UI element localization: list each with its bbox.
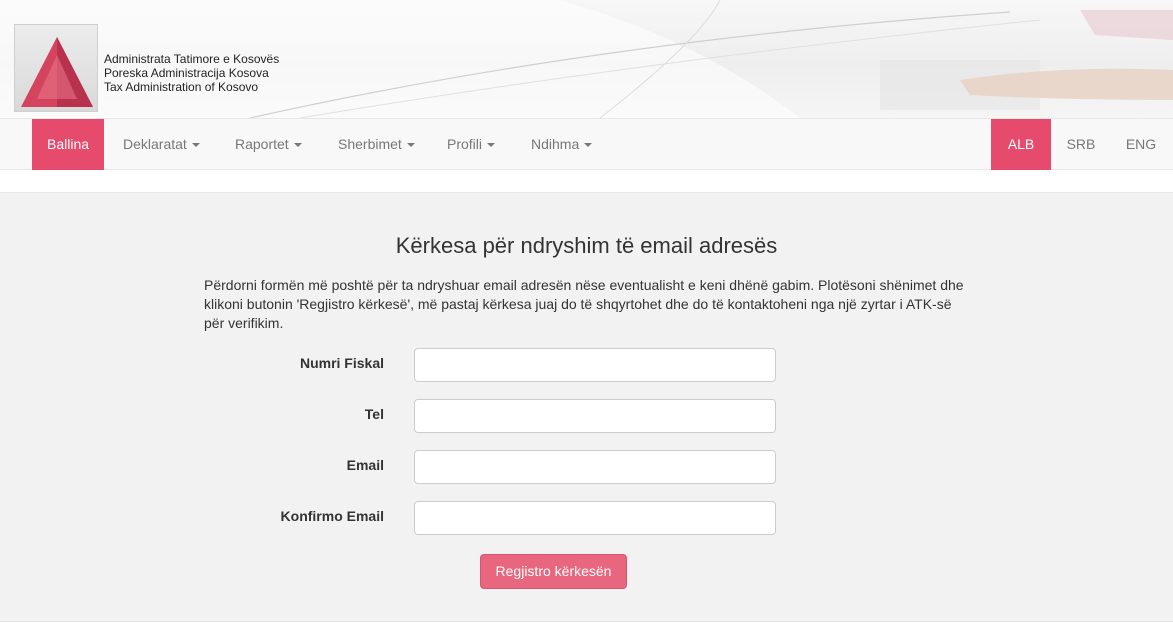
atk-logo[interactable] (14, 24, 98, 112)
caret-down-icon (584, 143, 593, 148)
nav-item-ballina[interactable]: Ballina (32, 119, 105, 170)
org-name-eng: Tax Administration of Kosovo (104, 80, 259, 94)
numri-fiskal-input[interactable] (414, 348, 776, 382)
konfirmo-email-input[interactable] (414, 501, 776, 535)
regjistro-kerkesen-button[interactable]: Regjistro kërkesën (480, 554, 627, 589)
org-name-alb: Administrata Tatimore e Kosovës (104, 52, 280, 66)
form-intro-text: Përdorni formën më poshtë për ta ndryshu… (204, 277, 964, 331)
nav-item-label: Ballina (47, 136, 90, 152)
nav-item-label: Raportet (235, 136, 289, 152)
main-navbar: Ballina Deklaratat Raportet Sherbimet Pr… (0, 118, 1173, 170)
email-change-panel: Kërkesa për ndryshim të email adresës Pë… (0, 192, 1173, 622)
nav-item-raportet[interactable]: Raportet (220, 119, 317, 170)
lang-srb[interactable]: SRB (1051, 119, 1111, 170)
nav-item-label: Profili (447, 136, 483, 152)
email-label: Email (346, 457, 384, 473)
tel-label: Tel (364, 406, 384, 422)
nav-item-ndihma[interactable]: Ndihma (516, 119, 607, 170)
triangle-logo-icon (21, 37, 93, 107)
numri-fiskal-label: Numri Fiskal (299, 355, 384, 371)
page-title: Kërkesa për ndryshim të email adresës (395, 233, 778, 258)
caret-down-icon (191, 143, 200, 148)
caret-down-icon (293, 143, 302, 148)
nav-item-label: Sherbimet (338, 136, 402, 152)
tel-input[interactable] (414, 399, 776, 433)
lang-label: SRB (1066, 136, 1096, 152)
nav-item-label: Ndihma (531, 136, 580, 152)
lang-eng[interactable]: ENG (1111, 119, 1171, 170)
lang-label: ENG (1125, 136, 1157, 152)
lang-alb[interactable]: ALB (991, 119, 1051, 170)
konfirmo-email-label: Konfirmo Email (280, 508, 384, 524)
org-name-srb: Poreska Administracija Kosova (104, 66, 269, 80)
lang-label: ALB (1007, 136, 1035, 152)
organization-names: Administrata Tatimore e Kosovës Poreska … (104, 52, 279, 94)
nav-item-sherbimet[interactable]: Sherbimet (323, 119, 430, 170)
nav-item-deklaratat[interactable]: Deklaratat (108, 119, 215, 170)
caret-down-icon (406, 143, 415, 148)
nav-item-label: Deklaratat (123, 136, 187, 152)
nav-item-profili[interactable]: Profili (432, 119, 510, 170)
header-banner: Administrata Tatimore e Kosovës Poreska … (0, 0, 1173, 118)
caret-down-icon (487, 143, 496, 148)
email-input[interactable] (414, 450, 776, 484)
